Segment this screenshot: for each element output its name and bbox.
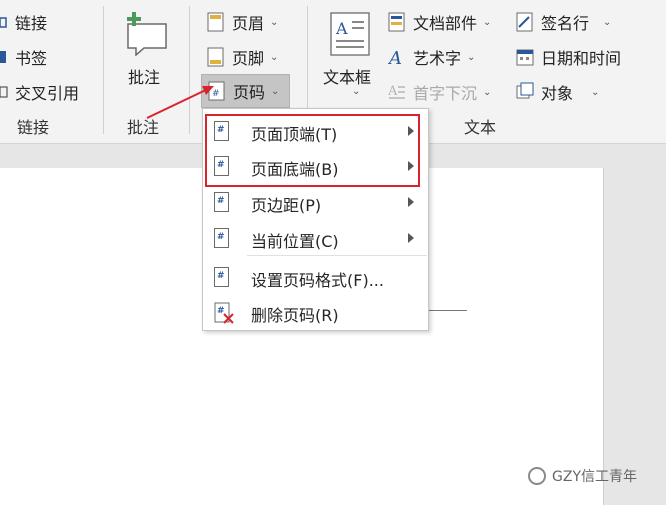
page-number-button[interactable]: # 页码 ⌄ bbox=[201, 74, 291, 108]
cross-reference-label: 交叉引用 bbox=[15, 84, 80, 103]
chevron-down-icon: ⌄ bbox=[603, 16, 612, 28]
link-group-label: 链接 bbox=[17, 118, 50, 137]
chevron-down-icon: ⌄ bbox=[352, 86, 361, 97]
object-icon bbox=[516, 82, 534, 102]
wordart-icon: A bbox=[387, 47, 406, 69]
cross-reference-button[interactable]: 交叉引用 bbox=[0, 80, 79, 104]
watermark: GZY信工青年 bbox=[528, 466, 637, 486]
text-group-label: 文本 bbox=[464, 118, 497, 137]
comment-group-label: 批注 bbox=[127, 118, 160, 137]
link-label: 链接 bbox=[15, 14, 48, 33]
comment-icon bbox=[122, 10, 170, 60]
svg-text:#: # bbox=[217, 306, 225, 316]
page-guide-line bbox=[427, 310, 467, 311]
chevron-down-icon: ⌄ bbox=[591, 86, 600, 98]
document-parts-button[interactable]: 文档部件 ⌄ bbox=[388, 10, 491, 34]
bookmark-button[interactable]: 书签 bbox=[0, 45, 47, 69]
document-parts-icon bbox=[388, 12, 406, 32]
comment-button[interactable]: 批注 bbox=[118, 8, 174, 88]
chevron-down-icon: ⌄ bbox=[483, 16, 492, 28]
chevron-down-icon: ⌄ bbox=[270, 51, 279, 63]
link-button[interactable]: 链接 bbox=[0, 10, 47, 34]
group-divider bbox=[189, 6, 190, 134]
page-number-icon bbox=[214, 192, 229, 212]
footer-label: 页脚 bbox=[232, 49, 265, 68]
svg-text:A: A bbox=[388, 48, 402, 67]
signature-line-button[interactable]: 签名行 ⌄ bbox=[516, 10, 611, 34]
watermark-text: GZY信工青年 bbox=[552, 469, 637, 485]
menu-item-current-position[interactable]: 当前位置(C) bbox=[203, 220, 428, 256]
object-label: 对象 bbox=[541, 84, 574, 103]
svg-text:A: A bbox=[335, 19, 348, 38]
calendar-icon bbox=[516, 47, 534, 67]
menu-item-format-page-numbers[interactable]: 设置页码格式(F)... bbox=[203, 259, 428, 295]
date-time-button[interactable]: 日期和时间 bbox=[516, 45, 621, 69]
page-number-label: 页码 bbox=[233, 83, 266, 102]
chevron-down-icon: ⌄ bbox=[467, 51, 476, 63]
textbox-label: 文本框 bbox=[323, 68, 372, 87]
highlight-annotation-box bbox=[205, 114, 420, 187]
object-button[interactable]: 对象 ⌄ bbox=[516, 80, 599, 104]
page-number-icon bbox=[214, 228, 229, 248]
header-icon bbox=[207, 12, 225, 32]
document-parts-label: 文档部件 bbox=[413, 14, 478, 33]
header-button[interactable]: 页眉 ⌄ bbox=[207, 10, 278, 34]
submenu-arrow-icon bbox=[408, 233, 414, 243]
header-label: 页眉 bbox=[232, 14, 265, 33]
drop-cap-label: 首字下沉 bbox=[413, 84, 478, 103]
wordart-button[interactable]: A 艺术字 ⌄ bbox=[387, 45, 476, 69]
date-time-label: 日期和时间 bbox=[541, 49, 622, 68]
comment-label: 批注 bbox=[128, 68, 161, 87]
textbox-icon: A bbox=[330, 12, 372, 62]
cross-reference-icon bbox=[0, 82, 8, 102]
page-number-icon: # bbox=[208, 81, 226, 101]
footer-icon bbox=[207, 47, 225, 67]
chevron-down-icon: ⌄ bbox=[270, 16, 279, 28]
format-page-number-icon bbox=[214, 267, 229, 287]
menu-item-label: 删除页码(R) bbox=[251, 306, 339, 325]
wechat-icon bbox=[528, 467, 546, 485]
wordart-label: 艺术字 bbox=[413, 49, 462, 68]
drop-cap-icon: A bbox=[387, 82, 406, 102]
link-icon bbox=[0, 12, 8, 32]
menu-divider bbox=[247, 255, 427, 256]
textbox-button[interactable]: A 文本框 ⌄ bbox=[318, 8, 384, 108]
footer-button[interactable]: 页脚 ⌄ bbox=[207, 45, 278, 69]
svg-text:#: # bbox=[212, 89, 220, 99]
drop-cap-button[interactable]: A 首字下沉 ⌄ bbox=[387, 80, 492, 104]
signature-line-label: 签名行 bbox=[541, 14, 590, 33]
bookmark-icon bbox=[0, 47, 8, 67]
menu-item-label: 设置页码格式(F)... bbox=[251, 271, 384, 290]
chevron-down-icon: ⌄ bbox=[271, 85, 280, 97]
menu-item-page-margins[interactable]: 页边距(P) bbox=[203, 184, 428, 220]
svg-text:A: A bbox=[388, 84, 398, 99]
menu-item-label: 页边距(P) bbox=[251, 196, 322, 215]
menu-item-remove-page-numbers[interactable]: # 删除页码(R) bbox=[203, 294, 428, 330]
remove-page-number-icon: # bbox=[214, 302, 236, 328]
menu-item-label: 当前位置(C) bbox=[251, 232, 339, 251]
signature-line-icon bbox=[516, 12, 534, 32]
submenu-arrow-icon bbox=[408, 197, 414, 207]
bookmark-label: 书签 bbox=[15, 49, 48, 68]
chevron-down-icon: ⌄ bbox=[483, 86, 492, 98]
group-divider bbox=[103, 6, 104, 134]
